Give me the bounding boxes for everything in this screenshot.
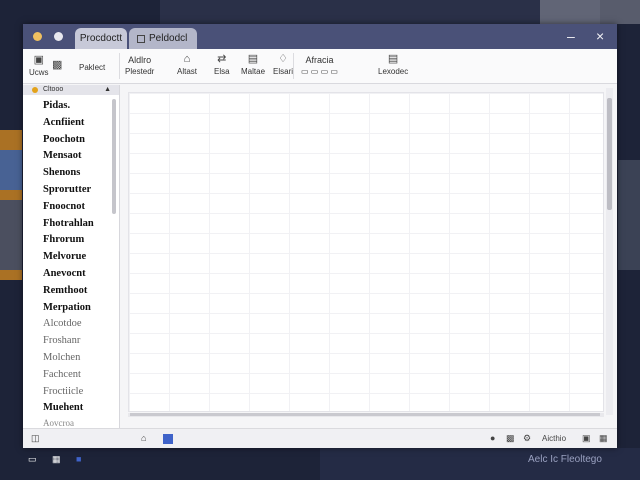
vertical-scrollbar[interactable]: [606, 88, 613, 415]
taskbar-brand-label: Aelc Ic Fleoltego: [528, 454, 602, 465]
document-icon: [137, 34, 145, 43]
sidebar-scrollbar[interactable]: [112, 99, 116, 214]
title-bar[interactable]: Procdoctt Peldodcl – ×: [23, 24, 617, 49]
fullscreen-icon[interactable]: ▦: [599, 433, 608, 444]
toolbar-divider: [119, 53, 120, 79]
taskbar-app-icon[interactable]: ▦: [52, 454, 61, 465]
elsari-button[interactable]: ♢ Elsari: [273, 53, 293, 76]
view-toggle-icon[interactable]: [163, 434, 173, 444]
list-item[interactable]: Merpation: [23, 300, 119, 317]
list-item[interactable]: Melvorue: [23, 249, 119, 266]
image-icon: ▩: [52, 59, 63, 71]
save-button[interactable]: ▣ Ucws: [29, 54, 49, 77]
app-menu-icon[interactable]: [54, 32, 63, 41]
main-canvas[interactable]: [128, 92, 604, 412]
close-button[interactable]: ×: [596, 27, 604, 45]
camera-icon[interactable]: ●: [490, 433, 495, 444]
tab-procdoctt[interactable]: Procdoctt: [75, 28, 127, 49]
list-item[interactable]: Alcotdoe: [23, 316, 119, 333]
scrollbar-thumb[interactable]: [130, 413, 600, 416]
app-window: Procdoctt Peldodcl – × ▣ Ucws ▩ Paklect …: [23, 24, 617, 448]
lexodec-button[interactable]: ▤ Lexodec: [378, 53, 408, 76]
folder-icon: [32, 87, 38, 93]
list-item[interactable]: Fachcent: [23, 367, 119, 384]
status-bar: ◫ ⌂ ● ▩ ⚙ Aicthio ▣ ▦: [23, 428, 617, 448]
stack-icon: ▤: [387, 53, 399, 65]
list-item[interactable]: Fhotrahlan: [23, 216, 119, 233]
maltae-button[interactable]: ▤ Maltae: [241, 53, 265, 76]
taskbar-window-icon[interactable]: ▭: [28, 454, 37, 465]
list-item[interactable]: Sprorutter: [23, 182, 119, 199]
shield-icon: ♢: [278, 53, 288, 65]
list-item[interactable]: Molchen: [23, 350, 119, 367]
sidebar-header-label: Cltooo: [43, 86, 64, 93]
settings-icon[interactable]: ⚙: [523, 433, 531, 444]
afracia-button[interactable]: Afracia ▭ ▭ ▭ ▭: [301, 53, 338, 76]
format-icons: ▭ ▭ ▭ ▭: [301, 67, 338, 76]
horizontal-scrollbar[interactable]: [128, 413, 604, 417]
grid-icon: ▤: [247, 53, 259, 65]
disk-icon: ▣: [33, 54, 44, 66]
taskbar-app-icon[interactable]: ■: [76, 454, 81, 464]
tab-label: Procdoctt: [79, 33, 123, 44]
list-item[interactable]: Acnfiient: [23, 115, 119, 132]
sidebar-list: Pidas. Acnfiient Poochotn Mensaot Shenon…: [23, 95, 119, 429]
shuffle-icon: ⇄: [217, 53, 227, 65]
list-item[interactable]: Muehent: [23, 400, 119, 417]
home-icon: ⌂: [183, 53, 191, 65]
cast-icon[interactable]: ▣: [582, 433, 591, 444]
status-label: Aicthio: [542, 434, 567, 443]
tab-label: Peldodcl: [149, 33, 188, 44]
background-window: [540, 0, 640, 24]
sidebar: Cltooo ▲ Pidas. Acnfiient Poochotn Mensa…: [23, 85, 120, 428]
layers-icon[interactable]: ◫: [31, 433, 40, 444]
home-icon[interactable]: ⌂: [141, 433, 146, 444]
aldlro-button[interactable]: Aldlro Plestedr: [125, 53, 154, 76]
background-window: [0, 150, 22, 190]
list-item[interactable]: Poochotn: [23, 132, 119, 149]
pin-icon[interactable]: ▲: [104, 85, 111, 95]
minimize-button[interactable]: –: [567, 27, 575, 45]
sidebar-header[interactable]: Cltooo ▲: [23, 85, 119, 95]
scrollbar-thumb[interactable]: [607, 98, 612, 210]
background-window: [160, 0, 600, 24]
list-item[interactable]: Pidas.: [23, 98, 119, 115]
paklect-button[interactable]: Paklect: [79, 61, 105, 72]
grid-icon[interactable]: ▩: [506, 433, 515, 444]
background-window: [0, 200, 22, 270]
elsa-button[interactable]: ⇄ Elsa: [214, 53, 230, 76]
list-item[interactable]: Froshanr: [23, 333, 119, 350]
image-button[interactable]: ▩: [52, 59, 62, 71]
ribbon-toolbar: ▣ Ucws ▩ Paklect Aldlro Plestedr ⌂ Altas…: [23, 49, 617, 84]
list-item[interactable]: Fnoocnot: [23, 199, 119, 216]
list-item[interactable]: Shenons: [23, 165, 119, 182]
altast-button[interactable]: ⌂ Altast: [177, 53, 197, 76]
tab-peldodcl[interactable]: Peldodcl: [129, 28, 197, 49]
list-item[interactable]: Froctiicle: [23, 384, 119, 401]
list-item[interactable]: Fhrorum: [23, 232, 119, 249]
background-window: [618, 160, 640, 270]
list-item[interactable]: Remthoot: [23, 283, 119, 300]
list-item[interactable]: Anevocnt: [23, 266, 119, 283]
toolbar-divider: [293, 53, 294, 79]
app-icon: [33, 32, 42, 41]
list-item[interactable]: Mensaot: [23, 148, 119, 165]
